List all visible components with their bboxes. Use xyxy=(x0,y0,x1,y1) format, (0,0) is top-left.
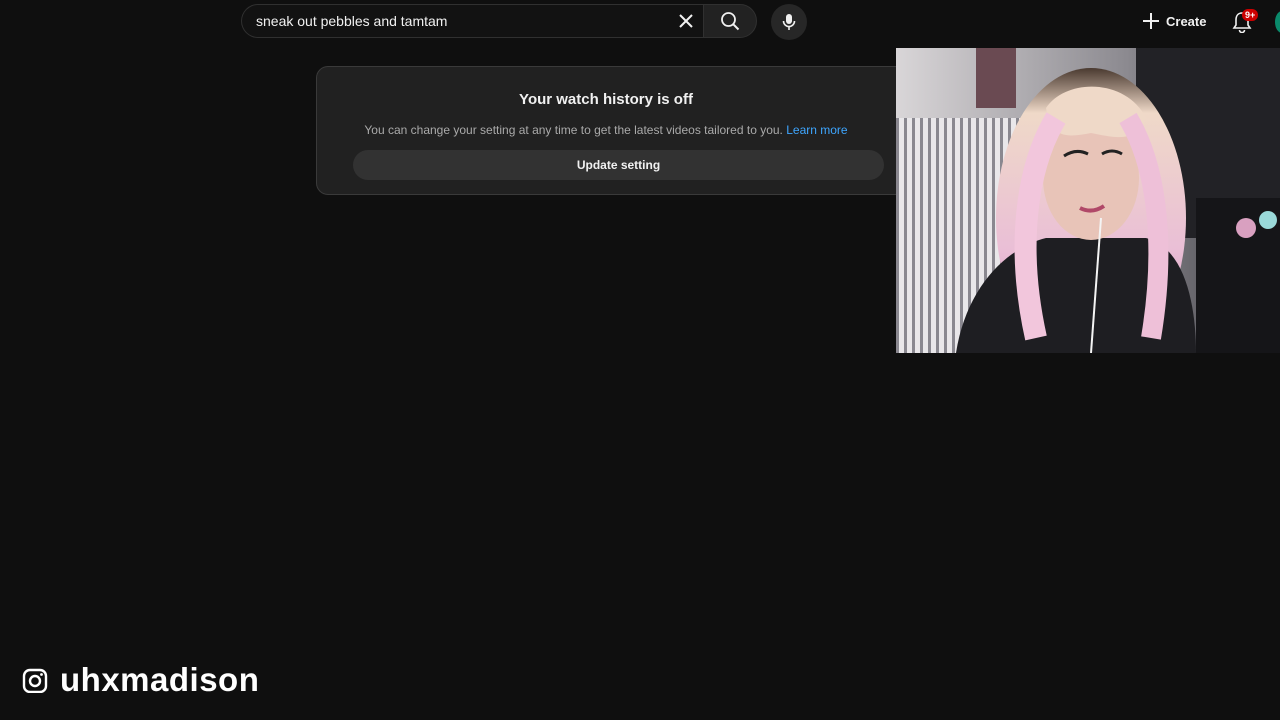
webcam-feed-image xyxy=(896,48,1280,353)
webcam-overlay xyxy=(896,48,1280,353)
social-watermark: uhxmadison xyxy=(22,655,262,693)
create-label: Create xyxy=(1166,13,1207,29)
voice-search-button[interactable] xyxy=(771,4,807,40)
notice-title: Your watch history is off xyxy=(519,91,693,108)
notifications-button[interactable]: 9+ xyxy=(1226,6,1259,38)
create-button[interactable]: Create xyxy=(1136,4,1218,38)
microphone-icon xyxy=(782,14,796,30)
instagram-icon xyxy=(22,668,48,693)
clear-search-button[interactable] xyxy=(669,4,703,38)
learn-more-link[interactable]: Learn more xyxy=(786,123,847,137)
notice-description: You can change your setting at any time … xyxy=(317,123,919,137)
avatar[interactable] xyxy=(1275,11,1280,33)
plus-icon xyxy=(1143,13,1159,29)
search-input[interactable] xyxy=(242,4,669,38)
close-icon xyxy=(679,14,693,28)
watermark-handle: uhxmadison xyxy=(60,661,260,693)
notice-text: You can change your setting at any time … xyxy=(364,123,783,137)
youtube-page: Create 9+ Your watch history is off You … xyxy=(0,0,1280,720)
watch-history-notice: Your watch history is off You can change… xyxy=(316,66,920,195)
update-setting-button[interactable]: Update setting xyxy=(353,150,884,180)
search-button[interactable] xyxy=(703,4,757,38)
notification-badge: 9+ xyxy=(1242,9,1259,21)
search-icon xyxy=(721,12,740,31)
search-box xyxy=(241,4,703,38)
